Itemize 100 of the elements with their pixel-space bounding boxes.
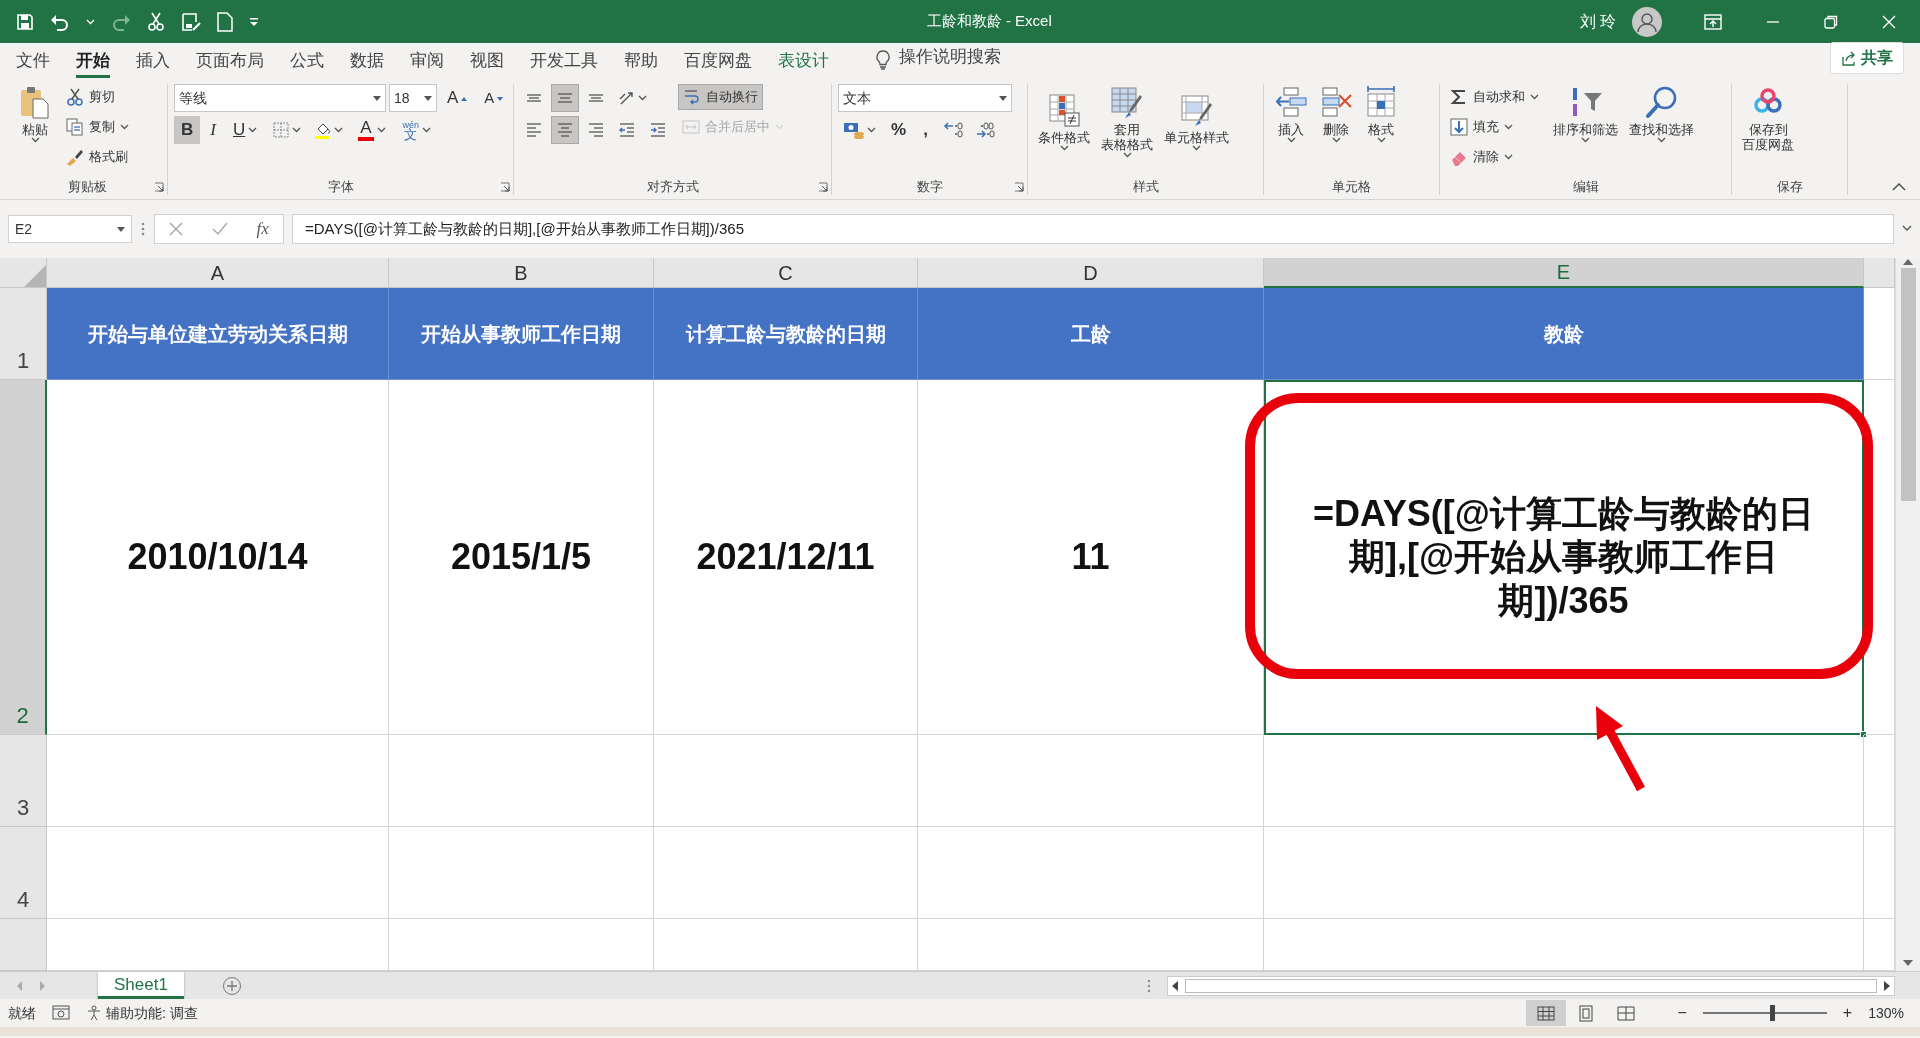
table-cell[interactable]: =DAYS([@计算工龄与教龄的日期],[@开始从事教师工作日期])/365: [1264, 380, 1864, 735]
vertical-scrollbar[interactable]: [1895, 258, 1920, 971]
ribbon-tab[interactable]: 文件: [16, 50, 50, 78]
grow-font-button[interactable]: A: [440, 84, 475, 112]
font-size-field[interactable]: 18: [389, 84, 437, 112]
format-button[interactable]: ,: [916, 116, 935, 144]
ribbon-tab[interactable]: 审阅: [410, 50, 444, 78]
customize-icon[interactable]: [249, 16, 259, 27]
column-header[interactable]: C: [654, 258, 918, 288]
ribbon-button[interactable]: 插入: [1270, 84, 1312, 144]
table-header-cell[interactable]: 教龄: [1264, 288, 1864, 380]
cancel-icon[interactable]: [169, 222, 184, 236]
ribbon-display-icon[interactable]: [1704, 13, 1722, 30]
format-button[interactable]: I: [203, 116, 223, 144]
previous-sheet-icon[interactable]: [16, 980, 23, 991]
table-header-cell[interactable]: 开始与单位建立劳动关系日期: [47, 288, 389, 380]
ribbon-button[interactable]: 格式: [1360, 84, 1402, 144]
tell-me-search[interactable]: 操作说明搜索: [899, 46, 1001, 74]
ribbon-button[interactable]: 删除: [1315, 84, 1357, 144]
column-header[interactable]: A: [47, 258, 389, 288]
collapse-ribbon-icon[interactable]: [1892, 181, 1906, 191]
dialog-launcher-icon[interactable]: [818, 181, 828, 192]
new-document-icon[interactable]: [217, 11, 233, 32]
scroll-thumb[interactable]: [1900, 268, 1916, 501]
zoom-slider-thumb[interactable]: [1770, 1005, 1776, 1021]
ribbon-button[interactable]: 填充: [1446, 114, 1517, 140]
table-cell[interactable]: [389, 827, 654, 919]
sheet-tab[interactable]: Sheet1: [98, 972, 184, 999]
restore-icon[interactable]: [1824, 14, 1838, 29]
table-cell[interactable]: [918, 735, 1264, 827]
normal-view-button[interactable]: [1525, 1000, 1566, 1026]
ribbon-button[interactable]: 单元格样式: [1160, 91, 1233, 152]
ribbon-button[interactable]: 保存到 百度网盘: [1738, 84, 1798, 153]
formula-input[interactable]: =DAYS([@计算工龄与教龄的日期],[@开始从事教师工作日期])/365: [292, 214, 1894, 244]
macro-record-icon[interactable]: [52, 1005, 70, 1021]
table-cell[interactable]: 11: [918, 380, 1264, 735]
table-cell[interactable]: [654, 827, 918, 919]
ribbon-button[interactable]: 套用 表格格式: [1097, 84, 1157, 159]
ribbon-tab[interactable]: 帮助: [624, 50, 658, 78]
insert-function-button[interactable]: fx: [256, 216, 269, 242]
table-cell[interactable]: [1264, 827, 1864, 919]
row-header[interactable]: 2: [0, 380, 47, 735]
ribbon-tab[interactable]: 表设计: [778, 50, 829, 78]
table-header-cell[interactable]: 计算工龄与教龄的日期: [654, 288, 918, 380]
table-cell[interactable]: [47, 735, 389, 827]
column-header[interactable]: B: [389, 258, 654, 288]
ribbon-tab[interactable]: 插入: [136, 50, 170, 78]
zoom-in-button[interactable]: +: [1842, 1001, 1853, 1025]
save-as-icon[interactable]: [181, 11, 201, 32]
ribbon-button[interactable]: 自动换行: [678, 84, 763, 110]
format-button[interactable]: %: [884, 116, 914, 144]
save-icon[interactable]: [16, 12, 34, 31]
column-header[interactable]: D: [918, 258, 1264, 288]
column-header[interactable]: E: [1264, 258, 1864, 288]
table-cell[interactable]: 2010/10/14: [47, 380, 389, 735]
table-cell[interactable]: 2021/12/11: [654, 380, 918, 735]
ribbon-button[interactable]: 查找和选择: [1625, 84, 1698, 144]
ribbon-tab[interactable]: 页面布局: [196, 50, 264, 78]
font-color-button[interactable]: A: [351, 116, 393, 144]
scroll-down-icon[interactable]: [1903, 959, 1913, 967]
dialog-launcher-icon[interactable]: [500, 181, 510, 192]
shrink-font-button[interactable]: A: [477, 84, 511, 112]
ribbon-button[interactable]: 粘贴: [14, 84, 56, 144]
table-cell[interactable]: [47, 827, 389, 919]
ribbon-button[interactable]: 复制: [62, 114, 133, 140]
scissors-icon[interactable]: [147, 11, 165, 32]
number-format-field[interactable]: 文本: [838, 84, 1012, 112]
font-field[interactable]: 等线: [174, 84, 386, 112]
name-box[interactable]: E2: [8, 215, 132, 243]
splitter-icon[interactable]: [140, 221, 146, 237]
format-button[interactable]: U: [225, 116, 265, 144]
align-center-button[interactable]: [551, 116, 579, 144]
ribbon-button[interactable]: 条件格式: [1034, 91, 1094, 152]
ribbon-tab[interactable]: 开发工具: [530, 50, 598, 78]
ribbon-tab[interactable]: 视图: [470, 50, 504, 78]
next-sheet-icon[interactable]: [39, 980, 46, 991]
horizontal-scrollbar[interactable]: [1167, 975, 1895, 996]
ribbon-button[interactable]: 自动求和: [1446, 84, 1543, 110]
row-header[interactable]: 4: [0, 827, 47, 919]
table-cell[interactable]: 2015/1/5: [389, 380, 654, 735]
table-cell[interactable]: [389, 735, 654, 827]
row-header[interactable]: 1: [0, 288, 47, 380]
table-cell[interactable]: [1264, 735, 1864, 827]
ribbon-tab[interactable]: 百度网盘: [684, 50, 752, 78]
ribbon-button[interactable]: 格式刷: [62, 144, 132, 170]
align-middle-button[interactable]: [551, 84, 579, 112]
close-icon[interactable]: [1882, 14, 1896, 29]
splitter-icon[interactable]: [1147, 978, 1151, 993]
ribbon-button[interactable]: 剪切: [62, 84, 119, 110]
table-header-cell[interactable]: 工龄: [918, 288, 1264, 380]
scroll-thumb[interactable]: [1185, 978, 1877, 993]
table-cell[interactable]: [918, 827, 1264, 919]
phonetic-button[interactable]: wén 文: [395, 116, 439, 144]
ribbon-button[interactable]: 排序和筛选: [1549, 84, 1622, 144]
share-button[interactable]: 共享: [1830, 42, 1904, 74]
format-button[interactable]: B: [174, 116, 201, 144]
dialog-launcher-icon[interactable]: [1014, 181, 1024, 192]
check-icon[interactable]: [211, 222, 228, 236]
zoom-out-button[interactable]: −: [1677, 1001, 1687, 1025]
fill-handle[interactable]: [1860, 731, 1867, 738]
